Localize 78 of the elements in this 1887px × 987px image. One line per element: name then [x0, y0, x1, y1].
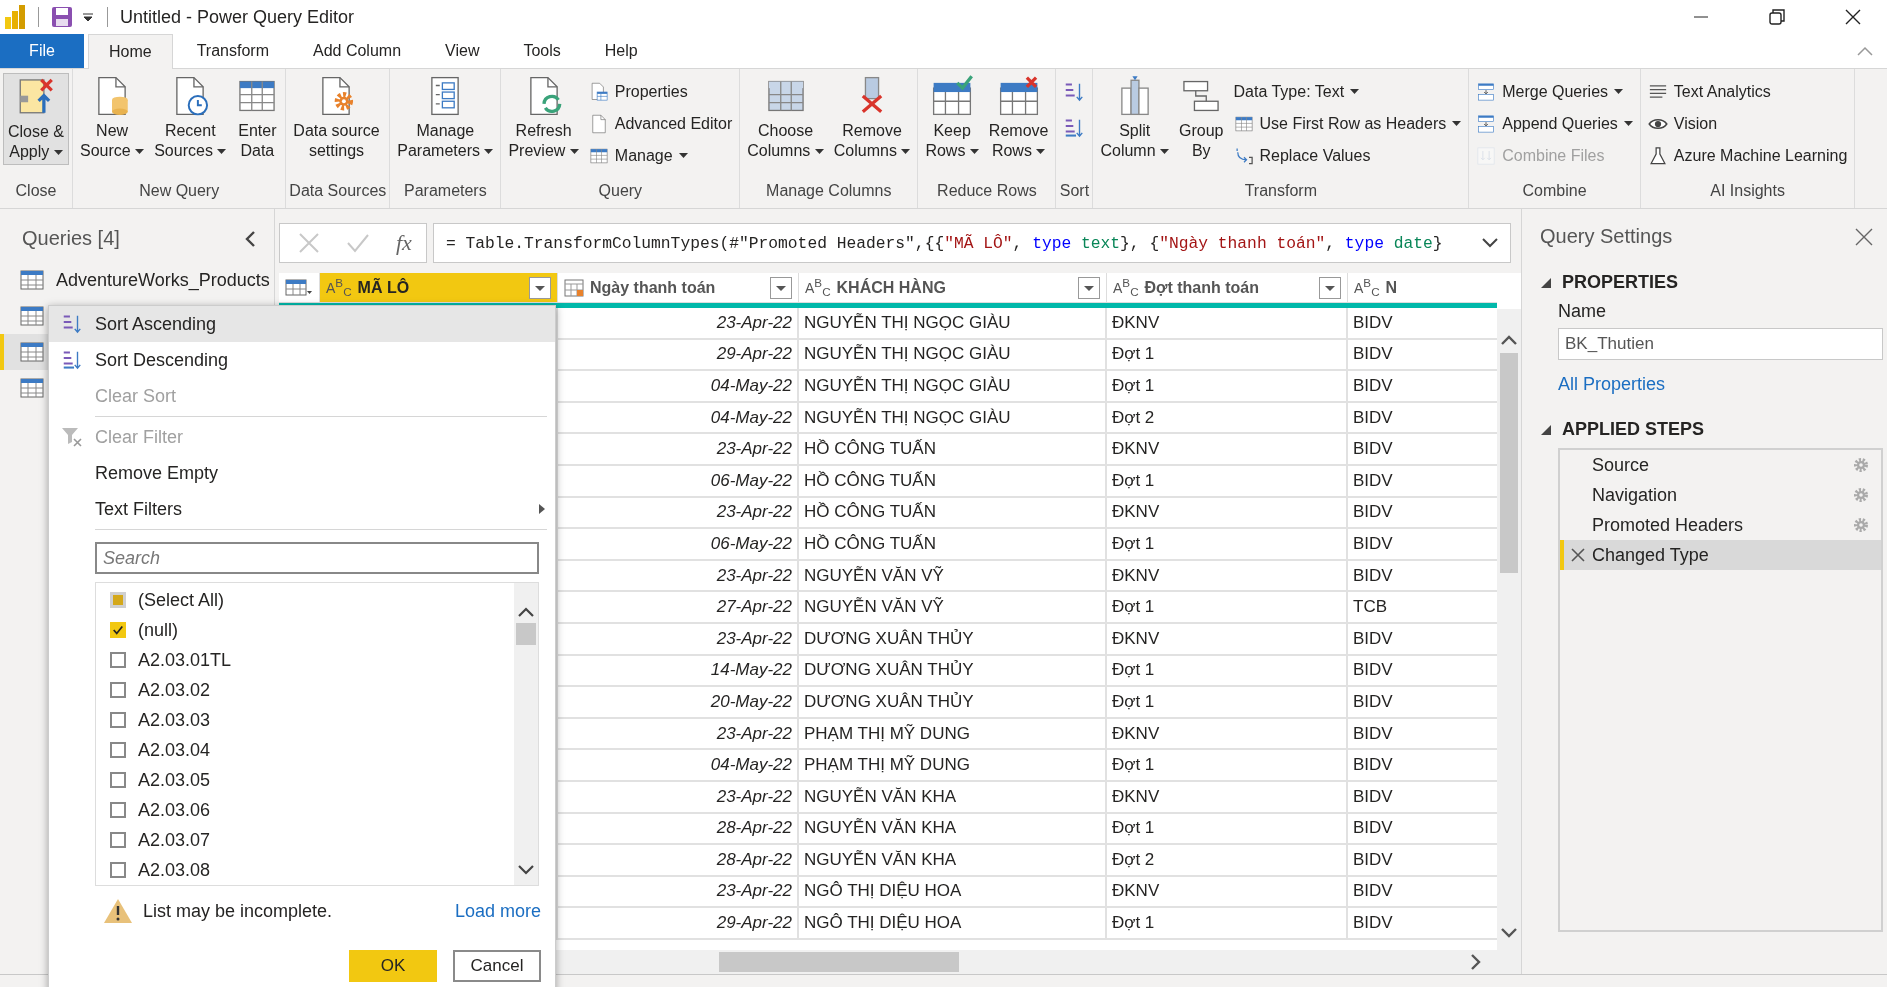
table-cell: NGUYỄN VĂN KHA: [799, 781, 1107, 814]
table-cell: DƯƠNG XUÂN THỦY: [799, 687, 1107, 719]
table-cell: DƯƠNG XUÂN THỦY: [799, 655, 1107, 688]
table-cell: ĐKNV: [1107, 623, 1348, 656]
table-cell: ĐKNV: [1107, 718, 1348, 751]
table-cell: Đợt 1: [1107, 339, 1348, 372]
table-cell: 04-May-22: [558, 371, 799, 403]
table-cell: NGUYỄN VĂN KHA: [799, 813, 1107, 846]
table-cell: NGUYỄN THỊ NGỌC GIÀU: [799, 371, 1107, 403]
table-cell: 04-May-22: [558, 750, 799, 782]
table-cell: 29-Apr-22: [558, 908, 799, 940]
group-label: Reduce Rows: [936, 182, 1038, 201]
table-cell: 23-Apr-22: [558, 560, 799, 593]
table-cell: PHẠM THỊ MỸ DUNG: [799, 750, 1107, 782]
table-cell: NGUYỄN VĂN VỸ: [799, 560, 1107, 593]
table-cell: ĐKNV: [1107, 781, 1348, 814]
table-cell: 27-Apr-22: [558, 592, 799, 624]
table-cell: 20-May-22: [558, 687, 799, 719]
warning-text: List may be incomplete.: [143, 900, 333, 922]
group-label: Transform: [1243, 182, 1318, 201]
group-label: Query: [597, 182, 644, 201]
table-cell: ĐKNV: [1107, 876, 1348, 909]
table-cell: 23-Apr-22: [558, 308, 799, 340]
section-heading: PROPERTIES: [1562, 272, 1679, 293]
field-label: Name: [1558, 301, 1607, 322]
group-label: Close: [14, 182, 58, 201]
window-title: Untitled - Power Query Editor: [120, 6, 355, 28]
table-cell: 06-May-22: [558, 529, 799, 561]
table-cell: 06-May-22: [558, 465, 799, 498]
group-label: New Query: [138, 182, 221, 201]
panel-title: Query Settings: [1540, 225, 1673, 248]
section-heading: APPLIED STEPS: [1562, 419, 1705, 440]
table-cell: Đợt 2: [1107, 402, 1348, 435]
table-cell: HỒ CÔNG TUẤN: [799, 529, 1107, 561]
group-label: Sort: [1059, 182, 1090, 201]
table-cell: NGÔ THỊ DIỆU HOA: [799, 876, 1107, 909]
table-cell: Đợt 1: [1107, 655, 1348, 688]
table-cell: 23-Apr-22: [558, 781, 799, 814]
table-cell: ĐKNV: [1107, 560, 1348, 593]
table-cell: 28-Apr-22: [558, 813, 799, 846]
table-cell: Đợt 1: [1107, 908, 1348, 940]
group-label: Parameters: [403, 182, 488, 201]
table-cell: NGUYỄN VĂN KHA: [799, 845, 1107, 877]
table-cell: PHẠM THỊ MỸ DUNG: [799, 718, 1107, 751]
table-cell: NGÔ THỊ DIỆU HOA: [799, 908, 1107, 940]
table-cell: Đợt 1: [1107, 371, 1348, 403]
table-cell: Đợt 1: [1107, 465, 1348, 498]
table-cell: Đợt 1: [1107, 592, 1348, 624]
table-cell: NGUYỄN THỊ NGỌC GIÀU: [799, 402, 1107, 435]
table-cell: Đợt 1: [1107, 750, 1348, 782]
table-cell: HỒ CÔNG TUẤN: [799, 434, 1107, 466]
table-cell: 28-Apr-22: [558, 845, 799, 877]
table-cell: DƯƠNG XUÂN THỦY: [799, 623, 1107, 656]
table-cell: ĐKNV: [1107, 308, 1348, 340]
group-label: AI Insights: [1709, 182, 1786, 201]
table-cell: ĐKNV: [1107, 434, 1348, 466]
group-label: Data Sources: [289, 182, 387, 201]
table-cell: HỒ CÔNG TUẤN: [799, 465, 1107, 498]
table-cell: HỒ CÔNG TUẤN: [799, 497, 1107, 530]
table-cell: 23-Apr-22: [558, 623, 799, 656]
table-cell: NGUYỄN THỊ NGỌC GIÀU: [799, 308, 1107, 340]
group-label: Manage Columns: [765, 182, 893, 201]
table-cell: 23-Apr-22: [558, 497, 799, 530]
table-cell: 14-May-22: [558, 655, 799, 688]
table-cell: Đợt 1: [1107, 687, 1348, 719]
group-label: Combine: [1521, 182, 1588, 201]
table-cell: 23-Apr-22: [558, 434, 799, 466]
table-cell: 29-Apr-22: [558, 339, 799, 372]
table-cell: 23-Apr-22: [558, 876, 799, 909]
table-cell: Đợt 1: [1107, 813, 1348, 846]
table-cell: 23-Apr-22: [558, 718, 799, 751]
table-cell: NGUYỄN VĂN VỸ: [799, 592, 1107, 624]
table-cell: NGUYỄN THỊ NGỌC GIÀU: [799, 339, 1107, 372]
table-cell: Đợt 2: [1107, 845, 1348, 877]
table-cell: 04-May-22: [558, 402, 799, 435]
table-cell: Đợt 1: [1107, 529, 1348, 561]
panel-title: Queries [4]: [22, 227, 120, 250]
table-cell: ĐKNV: [1107, 497, 1348, 530]
